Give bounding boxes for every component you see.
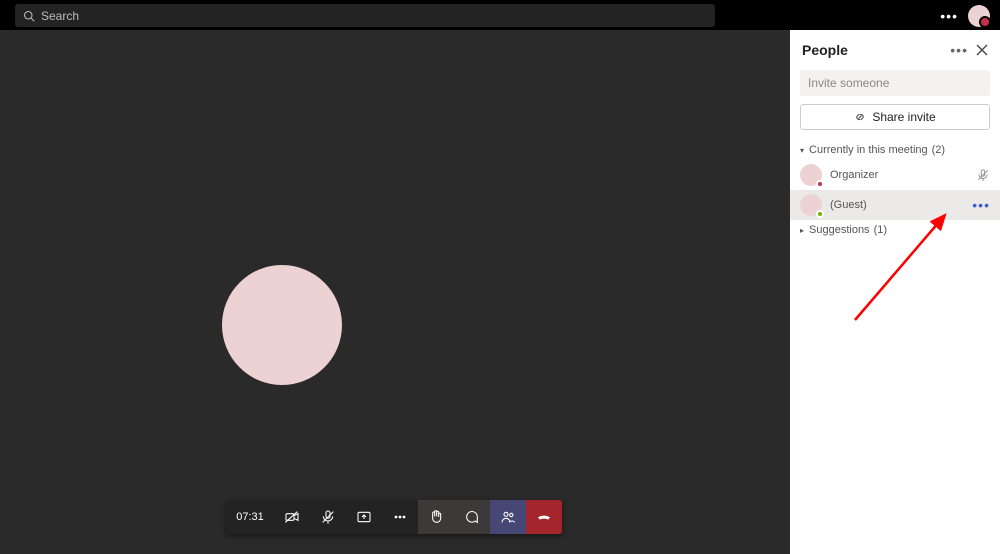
mic-muted-icon <box>976 168 990 182</box>
call-timer: 07:31 <box>226 500 274 534</box>
share-invite-button[interactable]: Share invite <box>800 104 990 130</box>
section-suggestions[interactable]: ▸ Suggestions (1) <box>790 220 1000 240</box>
share-screen-icon <box>356 509 372 525</box>
hand-icon <box>428 509 444 525</box>
mic-off-icon <box>320 509 336 525</box>
chat-button[interactable] <box>454 500 490 534</box>
panel-header: People ••• <box>790 30 1000 70</box>
call-toolbar: 07:31 <box>226 500 562 534</box>
participant-more-button[interactable]: ••• <box>972 197 990 213</box>
share-screen-button[interactable] <box>346 500 382 534</box>
search-icon <box>23 10 35 22</box>
participant-label: Organizer <box>830 169 976 181</box>
panel-title: People <box>802 42 950 58</box>
panel-close-button[interactable] <box>976 44 988 56</box>
top-bar: Search ••• <box>0 0 1000 30</box>
search-input[interactable]: Search <box>15 4 715 27</box>
camera-toggle-button[interactable] <box>274 500 310 534</box>
more-actions-button[interactable] <box>382 500 418 534</box>
chat-icon <box>464 509 480 525</box>
section-current-count: (2) <box>932 144 945 156</box>
app-more-button[interactable]: ••• <box>940 8 958 24</box>
ellipsis-icon <box>392 509 408 525</box>
chevron-right-icon: ▸ <box>800 226 804 235</box>
participant-avatar-large <box>222 265 342 385</box>
link-icon <box>854 111 866 123</box>
participant-avatar <box>800 164 822 186</box>
participant-avatar <box>800 194 822 216</box>
invite-placeholder: Invite someone <box>808 76 889 90</box>
people-panel: People ••• Invite someone Share invite ▾… <box>790 30 1000 554</box>
section-suggestions-count: (1) <box>874 224 887 236</box>
mic-toggle-button[interactable] <box>310 500 346 534</box>
meeting-stage: 07:31 <box>0 30 790 554</box>
people-icon <box>500 509 516 525</box>
invite-input[interactable]: Invite someone <box>800 70 990 96</box>
camera-off-icon <box>284 509 300 525</box>
participant-row[interactable]: Organizer <box>790 160 1000 190</box>
presence-busy-icon <box>816 180 824 188</box>
panel-more-button[interactable]: ••• <box>950 42 968 58</box>
hang-up-button[interactable] <box>526 500 562 534</box>
chevron-down-icon: ▾ <box>800 146 804 155</box>
share-invite-label: Share invite <box>872 110 935 124</box>
section-current-label: Currently in this meeting <box>809 144 928 156</box>
section-current[interactable]: ▾ Currently in this meeting (2) <box>790 140 1000 160</box>
current-user-avatar[interactable] <box>968 5 990 27</box>
section-suggestions-label: Suggestions <box>809 224 870 236</box>
participant-label: (Guest) <box>830 199 972 211</box>
participant-row[interactable]: (Guest) ••• <box>790 190 1000 220</box>
raise-hand-button[interactable] <box>418 500 454 534</box>
presence-available-icon <box>816 210 824 218</box>
search-placeholder: Search <box>41 9 79 23</box>
hang-up-icon <box>536 509 552 525</box>
people-button[interactable] <box>490 500 526 534</box>
